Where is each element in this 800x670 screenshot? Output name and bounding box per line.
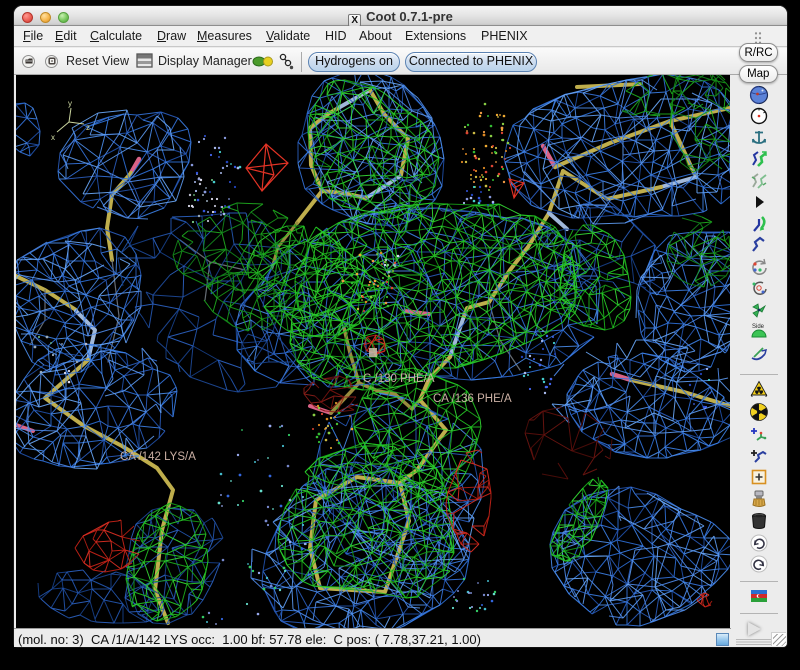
svg-text:y: y	[68, 99, 72, 108]
svg-text:CA /142 LYS/A: CA /142 LYS/A	[120, 451, 196, 463]
svg-text:z: z	[86, 123, 90, 132]
svg-text:Side: Side	[752, 324, 765, 330]
svg-text:x: x	[51, 133, 55, 142]
svg-text:C /130 PHE/A: C /130 PHE/A	[363, 373, 435, 385]
svg-text:CA /136 PHE/A: CA /136 PHE/A	[433, 393, 512, 405]
